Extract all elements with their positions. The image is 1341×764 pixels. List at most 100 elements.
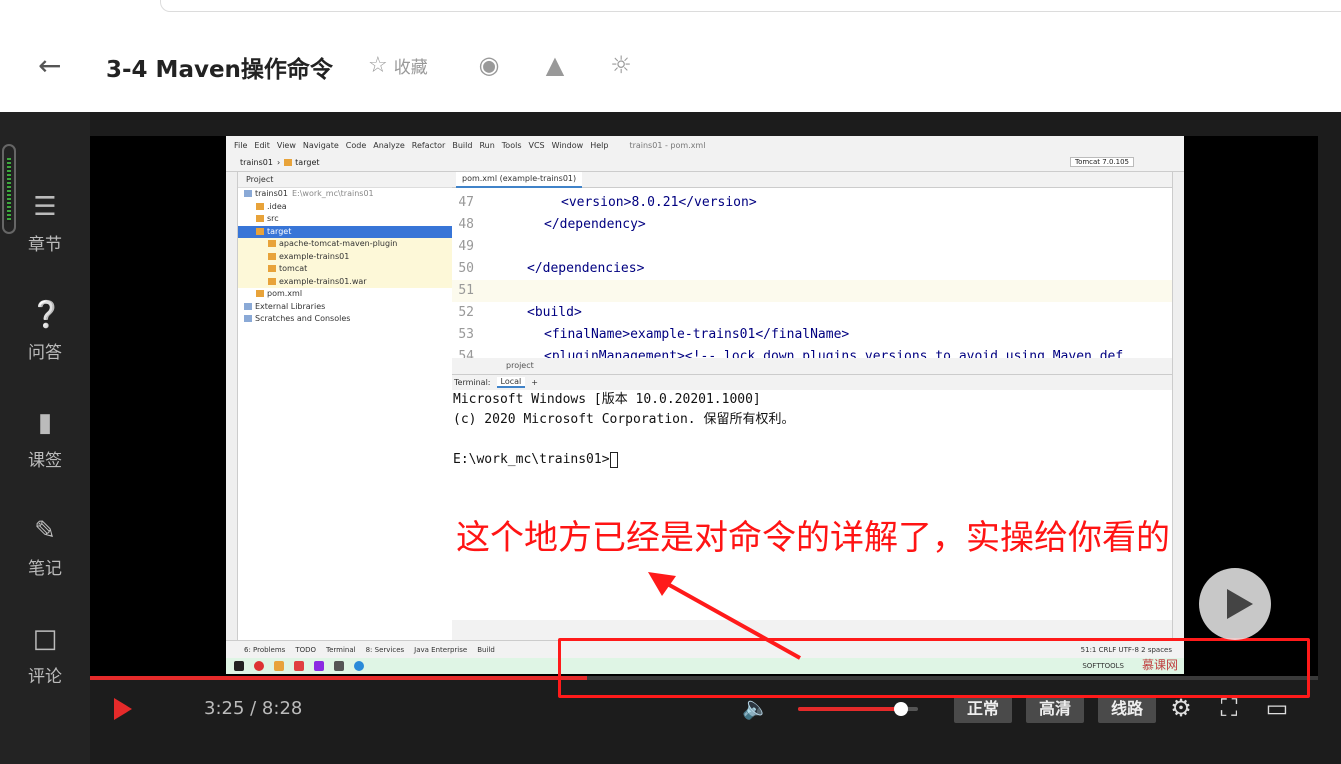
video-progress-fill	[90, 676, 588, 680]
bottom-tab: TODO	[295, 645, 316, 654]
code-line: 47 <version>8.0.21</version>	[452, 192, 1172, 214]
fullscreen-icon[interactable]: ⛶	[1216, 695, 1242, 721]
code-text: <version>8.0.21</version>	[561, 195, 757, 210]
menu-item-vcs: VCS	[528, 140, 545, 150]
sidebar-item-chapters[interactable]: ☰ 章节	[0, 192, 90, 255]
menu-item-edit: Edit	[254, 140, 270, 150]
code-text: </dependency>	[544, 217, 646, 232]
quality-normal-button[interactable]: 正常	[954, 695, 1012, 723]
tree-item: example-trains01	[238, 250, 452, 263]
collect-button[interactable]: ☆ 收藏	[368, 53, 428, 78]
code-line: 52 <build>	[452, 302, 1172, 324]
folder-icon	[268, 265, 276, 272]
project-panel: Project trains01 E:\work_mc\trains01 .idea…	[238, 172, 452, 640]
settings-gear-icon[interactable]: ⚙	[1168, 695, 1194, 721]
wechat-icon[interactable]: ◉	[474, 50, 504, 80]
tree-item: trains01 E:\work_mc\trains01	[238, 188, 452, 201]
explorer-icon	[274, 661, 284, 671]
sidebar-label: 笔记	[28, 559, 62, 579]
tree-item: target	[238, 225, 452, 238]
menu-item-run: Run	[479, 140, 495, 150]
sidebar-item-qa[interactable]: ❔ 问答	[0, 300, 90, 363]
menu-item-analyze: Analyze	[373, 140, 405, 150]
menu-item-navigate: Navigate	[302, 140, 339, 150]
editor-tabs: pom.xml (example-trains01)	[452, 171, 1172, 188]
line-number: 52	[458, 305, 474, 320]
tree-item-label: trains01	[255, 189, 288, 198]
terminal-cursor	[609, 451, 618, 468]
tree-item-label: .idea	[267, 201, 287, 211]
tree-item-label: Scratches and Consoles	[255, 314, 351, 323]
app-icon	[254, 661, 264, 671]
note-icon: ✎	[34, 516, 56, 546]
bottom-tab: Build	[477, 645, 495, 654]
chapters-icon: ☰	[33, 192, 57, 222]
bottom-tab: 6: Problems	[244, 645, 286, 654]
volume-slider[interactable]	[798, 702, 918, 716]
menu-item-build: Build	[452, 140, 473, 150]
code-text: <build>	[527, 305, 582, 320]
line-number: 49	[458, 239, 474, 254]
editor-tab-pom: pom.xml (example-trains01)	[456, 171, 583, 188]
line-number: 53	[458, 327, 474, 342]
play-icon[interactable]	[114, 698, 132, 720]
terminal-output: Microsoft Windows [版本 10.0.20201.1000] (…	[452, 390, 1172, 620]
volume-icon[interactable]: 🔈	[742, 696, 769, 721]
sidebar-item-comments[interactable]: □ 评论	[0, 624, 90, 687]
page-header: ← 3-4 Maven操作命令 ☆ 收藏 ◉ ▲ ☼	[0, 0, 1341, 112]
terminal-tab-local: Local	[496, 377, 526, 388]
line-button[interactable]: 线路	[1098, 695, 1156, 723]
qq-icon[interactable]: ▲	[540, 50, 570, 80]
sidebar-item-bookmark[interactable]: ▮ 课签	[0, 408, 90, 471]
run-config-select: Tomcat 7.0.105	[1069, 157, 1134, 167]
ide-right-toolstrip	[1172, 172, 1184, 640]
folder-icon	[244, 315, 252, 322]
star-icon: ☆	[368, 53, 388, 78]
volume-knob[interactable]	[894, 702, 909, 716]
project-tree: trains01 E:\work_mc\trains01 .idea src targe…	[238, 188, 452, 326]
quality-hd-button[interactable]: 高清	[1026, 695, 1084, 723]
sidebar-item-notes[interactable]: ✎ 笔记	[0, 516, 90, 579]
sidebar-label: 问答	[28, 343, 62, 363]
ide-menubar: File Edit View Navigate Code Analyze Refactor B…	[226, 136, 1184, 154]
big-play-icon[interactable]	[1199, 568, 1271, 640]
line-number: 47	[458, 195, 474, 210]
tree-item-label: example-trains01	[279, 251, 350, 261]
ide-left-toolstrip	[226, 172, 238, 640]
code-text: </dependencies>	[527, 261, 645, 276]
browser-tab-strip	[160, 0, 1341, 12]
folder-icon	[268, 277, 276, 285]
code-line: 50 </dependencies>	[452, 258, 1172, 280]
tree-item: apache-tomcat-maven-plugin	[238, 238, 452, 251]
tree-item: tomcat	[238, 263, 452, 276]
terminal-line: (c) 2020 Microsoft Corporation. 保留所有权利。	[453, 412, 795, 427]
menu-item-view: View	[276, 140, 296, 150]
breadcrumb-project: trains01	[240, 158, 273, 167]
tree-item: example-trains01.war	[238, 275, 452, 288]
app-icon	[334, 661, 344, 671]
bottom-tab: 8: Services	[365, 645, 405, 654]
folder-icon	[244, 302, 252, 310]
terminal-header: Terminal: Local +	[452, 374, 1172, 390]
collect-label: 收藏	[393, 58, 428, 78]
folder-icon	[284, 159, 293, 166]
code-text: <finalName>example-trains01</finalName>	[544, 327, 850, 342]
picture-in-picture-icon[interactable]: ▭	[1264, 695, 1290, 721]
menu-item-tools: Tools	[501, 140, 522, 150]
tree-item: External Libraries	[238, 301, 452, 314]
project-panel-header: Project	[238, 172, 452, 188]
terminal-prompt: E:\work_mc\trains01>	[453, 452, 610, 467]
tree-item-label: example-trains01.war	[279, 276, 367, 286]
code-line: 51	[452, 280, 1172, 302]
tree-item: pom.xml	[238, 288, 452, 301]
tree-item: .idea	[238, 201, 452, 214]
tree-item-path: E:\work_mc\trains01	[291, 189, 374, 198]
terminal-line: Microsoft Windows [版本 10.0.20201.1000]	[453, 392, 761, 407]
tree-item-label: External Libraries	[255, 301, 326, 311]
back-arrow-icon[interactable]: ←	[38, 52, 66, 80]
weibo-icon[interactable]: ☼	[606, 50, 636, 80]
bookmark-icon: ▮	[37, 408, 53, 438]
folder-icon	[268, 240, 276, 247]
sidebar-label: 课签	[28, 451, 62, 471]
tree-item-label: src	[267, 214, 279, 223]
